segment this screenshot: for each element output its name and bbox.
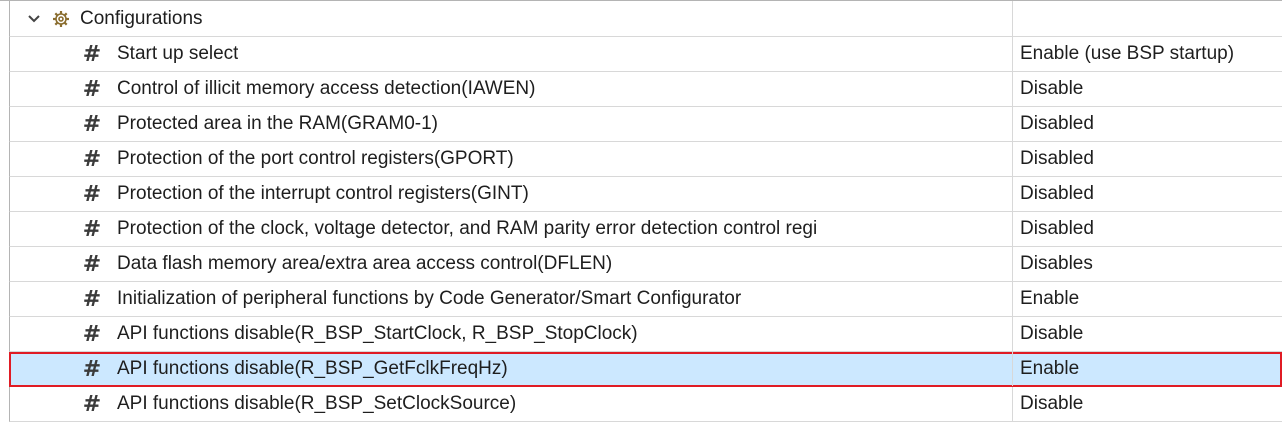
property-row[interactable]: # Start up select Enable (use BSP startup)	[9, 37, 1282, 72]
property-name-cell: # API functions disable(R_BSP_StartClock,…	[10, 317, 1013, 351]
property-value[interactable]: Enable	[1020, 352, 1079, 386]
hash-icon: #	[82, 251, 102, 277]
hash-icon: #	[82, 356, 102, 382]
property-name: Start up select	[117, 43, 239, 64]
property-name-cell: # API functions disable(R_BSP_SetClockSou…	[10, 387, 1013, 421]
gear-icon	[52, 10, 70, 28]
property-name: API functions disable(R_BSP_StartClock, …	[117, 323, 638, 344]
hash-icon: #	[82, 286, 102, 312]
chevron-down-icon[interactable]	[26, 11, 42, 27]
property-value[interactable]: Enable (use BSP startup)	[1020, 37, 1234, 71]
property-name-cell: # API functions disable(R_BSP_GetFclkFreq…	[10, 352, 1013, 386]
hash-icon: #	[82, 146, 102, 172]
tree-node-configurations[interactable]: Configurations	[9, 1, 1282, 37]
property-value[interactable]: Enable	[1020, 282, 1079, 316]
property-row[interactable]: # Data flash memory area/extra area acces…	[9, 247, 1282, 282]
property-value[interactable]: Disabled	[1020, 177, 1094, 211]
property-row[interactable]: # Protection of the clock, voltage detect…	[9, 212, 1282, 247]
hash-icon: #	[82, 391, 102, 417]
property-name: Initialization of peripheral functions b…	[117, 288, 742, 309]
property-name-cell: # Protection of the clock, voltage detect…	[10, 212, 1013, 246]
property-row[interactable]: # API functions disable(R_BSP_StartClock,…	[9, 317, 1282, 352]
property-row[interactable]: # Initialization of peripheral functions …	[9, 282, 1282, 317]
property-row[interactable]: # API functions disable(R_BSP_GetFclkFreq…	[9, 352, 1282, 387]
property-name: Control of illicit memory access detecti…	[117, 78, 536, 99]
hash-icon: #	[82, 41, 102, 67]
property-name-cell: # Initialization of peripheral functions …	[10, 282, 1013, 316]
property-name-cell: # Protected area in the RAM(GRAM0-1)	[10, 107, 1013, 141]
configuration-tree: Configurations # Start up select Enable (u…	[0, 0, 1282, 448]
property-value[interactable]: Disabled	[1020, 107, 1094, 141]
property-name-cell: # Protection of the port control register…	[10, 142, 1013, 176]
hash-icon: #	[82, 76, 102, 102]
tree-node-name-cell: Configurations	[10, 1, 1013, 36]
property-value[interactable]: Disable	[1020, 387, 1083, 421]
property-name: Protected area in the RAM(GRAM0-1)	[117, 113, 439, 134]
property-name: Data flash memory area/extra area access…	[117, 253, 613, 274]
property-name-cell: # Data flash memory area/extra area acces…	[10, 247, 1013, 281]
property-name: API functions disable(R_BSP_SetClockSour…	[117, 393, 517, 414]
property-row[interactable]: # API functions disable(R_BSP_SetClockSou…	[9, 387, 1282, 422]
property-row[interactable]: # Protection of the interrupt control reg…	[9, 177, 1282, 212]
hash-icon: #	[82, 111, 102, 137]
property-name-cell: # Protection of the interrupt control reg…	[10, 177, 1013, 211]
property-value[interactable]: Disabled	[1020, 142, 1094, 176]
property-row[interactable]: # Protection of the port control register…	[9, 142, 1282, 177]
property-name: Protection of the clock, voltage detecto…	[117, 218, 818, 239]
property-name: Protection of the port control registers…	[117, 148, 514, 169]
property-row[interactable]: # Control of illicit memory access detect…	[9, 72, 1282, 107]
property-value[interactable]: Disables	[1020, 247, 1093, 281]
property-value[interactable]: Disabled	[1020, 212, 1094, 246]
property-name: Protection of the interrupt control regi…	[117, 183, 529, 204]
hash-icon: #	[82, 181, 102, 207]
property-row[interactable]: # Protected area in the RAM(GRAM0-1) Disab…	[9, 107, 1282, 142]
hash-icon: #	[82, 216, 102, 242]
hash-icon: #	[82, 321, 102, 347]
property-name-cell: # Start up select	[10, 37, 1013, 71]
tree-node-label: Configurations	[80, 7, 203, 29]
property-name-cell: # Control of illicit memory access detect…	[10, 72, 1013, 106]
property-value[interactable]: Disable	[1020, 317, 1083, 351]
property-value[interactable]: Disable	[1020, 72, 1083, 106]
property-name: API functions disable(R_BSP_GetFclkFreqH…	[117, 358, 508, 379]
